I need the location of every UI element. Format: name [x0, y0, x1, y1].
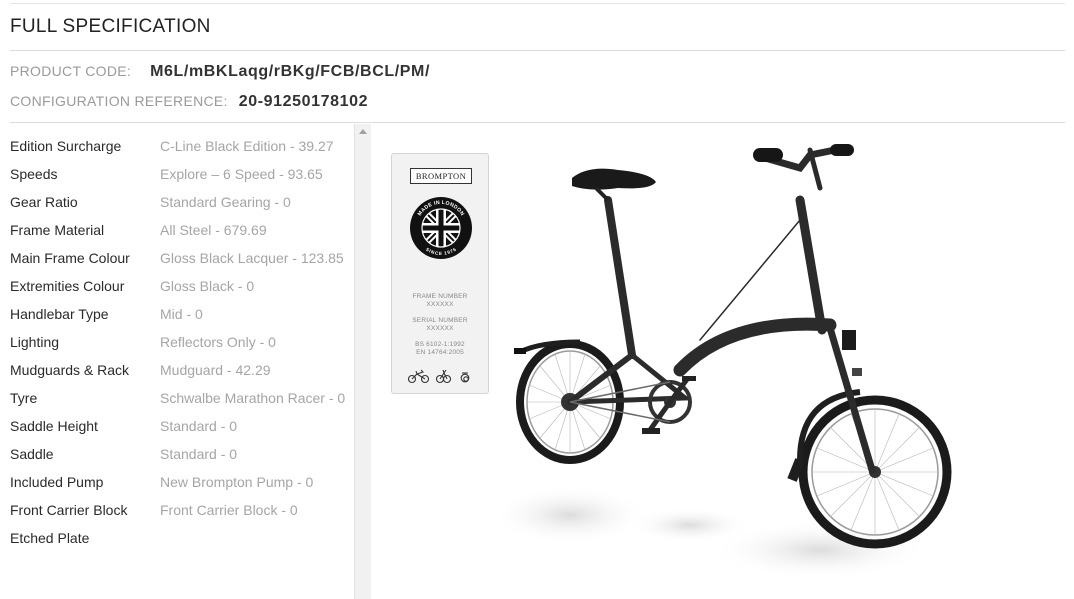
spec-value: New Brompton Pump - 0 — [160, 474, 314, 490]
spec-value: C-Line Black Edition - 39.27 — [160, 138, 334, 154]
spec-row: Edition Surcharge C-Line Black Edition - … — [10, 138, 334, 158]
spec-value: Standard Gearing - 0 — [160, 194, 291, 210]
spec-row: Lighting Reflectors Only - 0 — [10, 334, 276, 354]
spec-name: Lighting — [10, 334, 60, 350]
product-code-label: PRODUCT CODE: — [10, 63, 132, 79]
serial-number-label: SERIAL NUMBER — [412, 317, 468, 324]
spec-row: Handlebar Type Mid - 0 — [10, 306, 203, 326]
spec-value: Reflectors Only - 0 — [160, 334, 276, 350]
spec-row: Front Carrier Block Front Carrier Block -… — [10, 502, 298, 522]
bicycle-image — [500, 144, 952, 580]
spec-name: Saddle Height — [10, 418, 98, 434]
serial-number-value: XXXXXX — [426, 325, 454, 332]
scroll-up-arrow-icon[interactable] — [359, 129, 367, 134]
product-code-value: M6L/mBKLaqg/rBKg/FCB/BCL/PM/ — [150, 63, 431, 80]
spec-row: Mudguards & Rack Mudguard - 42.29 — [10, 362, 271, 382]
product-code-row: PRODUCT CODE: M6L/mBKLaqg/rBKg/FCB/BCL/P… — [10, 63, 430, 81]
code-divider — [10, 122, 1065, 123]
spec-value: Gloss Black - 0 — [160, 278, 255, 294]
spec-name: Extremities Colour — [10, 278, 125, 294]
spec-row: Main Frame Colour Gloss Black Lacquer - 1… — [10, 250, 344, 270]
spec-row: Etched Plate — [10, 530, 160, 550]
spec-name: Front Carrier Block — [10, 502, 128, 518]
spec-value: Schwalbe Marathon Racer - 0 — [160, 390, 346, 406]
folding-stages-icon — [408, 369, 470, 384]
standard-en: EN 14764:2005 — [416, 349, 464, 356]
spec-row: Saddle Standard - 0 — [10, 446, 237, 466]
spec-row: Tyre Schwalbe Marathon Racer - 0 — [10, 390, 345, 410]
spec-row: Extremities Colour Gloss Black - 0 — [10, 278, 254, 298]
spec-row: Speeds Explore – 6 Speed - 93.65 — [10, 166, 323, 186]
plate-brand-logo: BROMPTON — [410, 168, 472, 184]
spec-name: Main Frame Colour — [10, 250, 130, 266]
frame-number-label: FRAME NUMBER — [412, 293, 468, 300]
frame-number-value: XXXXXX — [426, 301, 454, 308]
spec-row: Included Pump New Brompton Pump - 0 — [10, 474, 313, 494]
spec-name: Frame Material — [10, 222, 105, 238]
right-grip — [830, 144, 854, 156]
spec-name: Mudguards & Rack — [10, 362, 130, 378]
spec-value: Explore – 6 Speed - 93.65 — [160, 166, 323, 182]
spec-name: Edition Surcharge — [10, 138, 122, 154]
top-divider — [10, 3, 1065, 4]
union-jack-badge-icon: MADE IN LONDON SINCE 1976 — [410, 197, 472, 259]
spec-name: Speeds — [10, 166, 58, 182]
spec-row: Gear Ratio Standard Gearing - 0 — [10, 194, 291, 214]
configuration-reference-row: CONFIGURATION REFERENCE: 20-91250178102 — [10, 93, 368, 111]
configuration-reference-value: 20-91250178102 — [238, 93, 369, 110]
spec-value: Mudguard - 42.29 — [160, 362, 271, 378]
spec-value: Standard - 0 — [160, 418, 238, 434]
spec-row: Saddle Height Standard - 0 — [10, 418, 237, 438]
page-title: FULL SPECIFICATION — [10, 16, 211, 37]
left-grip — [753, 148, 783, 162]
standard-bs: BS 6102-1:1992 — [415, 341, 465, 348]
spec-list: Edition Surcharge C-Line Black Edition - … — [0, 124, 354, 599]
spec-row: Frame Material All Steel - 679.69 — [10, 222, 267, 242]
title-divider — [10, 50, 1065, 51]
spec-name: Saddle — [10, 446, 54, 462]
spec-name: Handlebar Type — [10, 306, 109, 322]
configuration-reference-label: CONFIGURATION REFERENCE: — [10, 93, 228, 109]
spec-value: Front Carrier Block - 0 — [160, 502, 298, 518]
spec-value: Gloss Black Lacquer - 123.85 — [160, 250, 344, 266]
spec-scrollbar[interactable] — [354, 124, 371, 599]
spec-value: All Steel - 679.69 — [160, 222, 267, 238]
front-wheel — [798, 395, 952, 549]
spec-name: Etched Plate — [10, 530, 90, 546]
etched-plate-preview: BROMPTON MADE IN LONDON SINCE 1976 FRAME… — [391, 153, 489, 394]
spec-value: Standard - 0 — [160, 446, 238, 462]
spec-name: Gear Ratio — [10, 194, 78, 210]
spec-name: Included Pump — [10, 474, 104, 490]
spec-name: Tyre — [10, 390, 38, 406]
spec-value: Mid - 0 — [160, 306, 203, 322]
saddle — [572, 168, 656, 190]
